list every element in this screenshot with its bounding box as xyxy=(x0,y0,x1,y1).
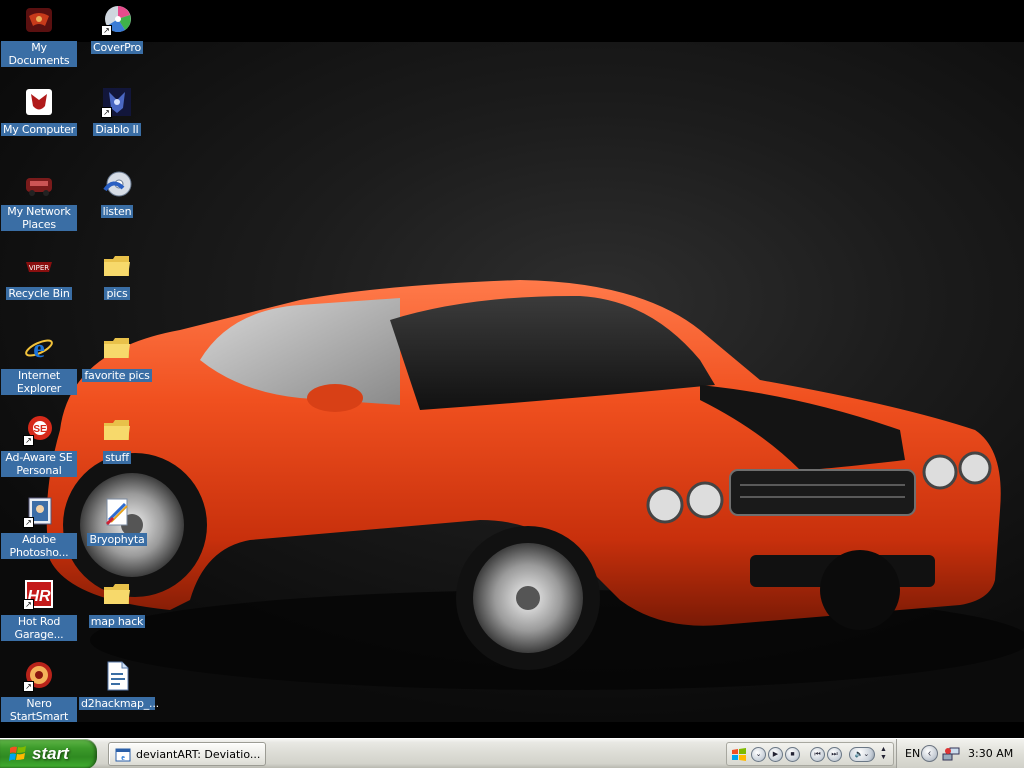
desktop-icon-label: Ad-Aware SE Personal xyxy=(1,451,77,477)
desktop-icon-d2hackmap[interactable]: d2hackmap_... xyxy=(78,660,159,712)
desktop-icon-label: Diablo II xyxy=(93,123,141,136)
desktop-icon-map-hack[interactable]: map hack xyxy=(78,578,156,630)
media-menu-button[interactable]: ⌄ xyxy=(751,747,766,762)
language-indicator[interactable]: EN xyxy=(905,747,920,760)
my-documents-icon xyxy=(23,4,55,36)
desktop-icon-internet-explorer[interactable]: e Internet Explorer xyxy=(0,332,78,397)
clock[interactable]: 3:30 AM xyxy=(968,747,1013,760)
desktop-icon-my-network-places[interactable]: My Network Places xyxy=(0,168,78,233)
start-label: start xyxy=(32,744,69,763)
desktop-icon-nero[interactable]: ↗ Nero StartSmart xyxy=(0,660,78,725)
media-restore-button[interactable]: ▲ ▼ xyxy=(880,746,890,762)
desktop-icon-my-computer[interactable]: My Computer xyxy=(0,86,78,138)
svg-text:SE: SE xyxy=(33,424,47,435)
hot-rod-garage-icon: HR ↗ xyxy=(23,578,55,610)
shortcut-arrow-icon: ↗ xyxy=(23,435,34,446)
desktop-icon-label: My Documents xyxy=(1,41,77,67)
media-volume-button[interactable]: 🔈⌄ xyxy=(849,747,875,762)
desktop-icon-bryophyta[interactable]: Bryophyta xyxy=(78,496,156,548)
diablo-icon: ↗ xyxy=(101,86,133,118)
svg-text:e: e xyxy=(33,334,45,363)
ad-aware-icon: SE ↗ xyxy=(23,414,55,446)
media-toolbar: ⌄ ▶ ■ ⏮ ⏭ 🔈⌄ ▲ ▼ xyxy=(726,742,894,766)
shortcut-arrow-icon: ↗ xyxy=(23,681,34,692)
desktop-icon-coverpro[interactable]: ↗ CoverPro xyxy=(78,4,156,56)
photoshop-icon: ↗ xyxy=(23,496,55,528)
media-stop-button[interactable]: ■ xyxy=(785,747,800,762)
folder-icon xyxy=(101,414,133,446)
desktop-icon-listen[interactable]: listen xyxy=(78,168,156,220)
coverpro-icon: ↗ xyxy=(101,4,133,36)
browser-window-icon: e xyxy=(115,748,131,762)
windows-logo-icon xyxy=(9,746,26,761)
network-places-icon xyxy=(23,168,55,200)
desktop-icon-label: Recycle Bin xyxy=(6,287,72,300)
folder-icon xyxy=(101,332,133,364)
svg-text:e: e xyxy=(121,753,125,762)
shortcut-arrow-icon: ↗ xyxy=(101,107,112,118)
desktop-icon-label: listen xyxy=(100,205,134,218)
taskbar: start e deviantART: Deviatio... ⌄ ▶ ■ ⏮ … xyxy=(0,738,1024,768)
internet-explorer-icon: e xyxy=(23,332,55,364)
start-button[interactable]: start xyxy=(0,739,97,768)
listen-icon xyxy=(101,168,133,200)
text-file-icon xyxy=(101,660,133,692)
shortcut-arrow-icon: ↗ xyxy=(23,599,34,610)
desktop-icon-ad-aware[interactable]: SE ↗ Ad-Aware SE Personal xyxy=(0,414,78,479)
taskbar-button-label: deviantART: Deviatio... xyxy=(136,748,261,761)
desktop-icon-stuff[interactable]: stuff xyxy=(78,414,156,466)
system-tray: EN ‹ 3:30 AM xyxy=(896,739,1024,768)
desktop-icon-diablo-ii[interactable]: ↗ Diablo II xyxy=(78,86,156,138)
desktop-icon-recycle-bin[interactable]: VIPER Recycle Bin xyxy=(0,250,78,302)
desktop-icon-label: stuff xyxy=(103,451,131,464)
desktop-icon-label: map hack xyxy=(88,615,146,628)
desktop-icon-label: CoverPro xyxy=(90,41,144,54)
desktop-icon-pics[interactable]: pics xyxy=(78,250,156,302)
desktop-icon-label: Adobe Photosho... xyxy=(1,533,77,559)
media-next-button[interactable]: ⏭ xyxy=(827,747,842,762)
desktop[interactable]: My Documents My Computer My Network Plac… xyxy=(0,0,1024,738)
folder-icon xyxy=(101,250,133,282)
folder-icon xyxy=(101,578,133,610)
desktop-icon-label: Nero StartSmart xyxy=(1,697,77,723)
network-tray-icon[interactable] xyxy=(942,745,960,763)
desktop-icon-photoshop[interactable]: ↗ Adobe Photosho... xyxy=(0,496,78,561)
shortcut-arrow-icon: ↗ xyxy=(23,517,34,528)
taskbar-button-deviantart[interactable]: e deviantART: Deviatio... xyxy=(108,742,266,766)
desktop-icon-label: pics xyxy=(104,287,130,300)
my-computer-icon xyxy=(23,86,55,118)
desktop-icon-hot-rod-garage[interactable]: HR ↗ Hot Rod Garage... xyxy=(0,578,78,643)
desktop-icon-label: My Network Places xyxy=(1,205,77,231)
media-previous-button[interactable]: ⏮ xyxy=(810,747,825,762)
desktop-icon-label: favorite pics xyxy=(82,369,152,382)
desktop-icon-favorite-pics[interactable]: favorite pics xyxy=(78,332,156,384)
media-play-button[interactable]: ▶ xyxy=(768,747,783,762)
desktop-icon-label: d2hackmap_... xyxy=(79,697,159,710)
svg-text:VIPER: VIPER xyxy=(29,264,49,272)
windows-media-player-icon[interactable] xyxy=(731,747,747,763)
shortcut-arrow-icon: ↗ xyxy=(101,25,112,36)
desktop-icon-my-documents[interactable]: My Documents xyxy=(0,4,78,69)
desktop-icon-label: Bryophyta xyxy=(87,533,147,546)
recycle-bin-icon: VIPER xyxy=(23,250,55,282)
nero-icon: ↗ xyxy=(23,660,55,692)
desktop-icon-label: Internet Explorer xyxy=(1,369,77,395)
desktop-icon-label: Hot Rod Garage... xyxy=(1,615,77,641)
paint-file-icon xyxy=(101,496,133,528)
show-hidden-icons-chevron-icon[interactable]: ‹ xyxy=(921,745,938,762)
desktop-icon-label: My Computer xyxy=(1,123,77,136)
